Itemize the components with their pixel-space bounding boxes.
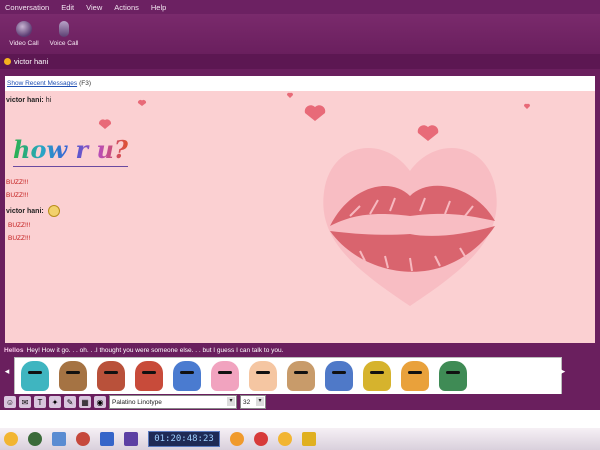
pig-face-icon[interactable] <box>211 361 239 391</box>
font-style-icon[interactable]: T <box>34 396 46 408</box>
font-select-value: Palatino Linotype <box>112 398 162 406</box>
video-call-label: Video Call <box>9 40 39 47</box>
clock-display: 01:20:48:23 <box>148 431 220 447</box>
man-cap-icon[interactable] <box>135 361 163 391</box>
format-toolbar: ☺ ✉ T ✦ ✎ ▦ ◉ Palatino Linotype ▾ 32 ▾ <box>0 394 600 410</box>
hello-text: Hey! How it go. . . oh. . .I thought you… <box>26 346 284 354</box>
kid-blue-hat-icon[interactable] <box>173 361 201 391</box>
smiley-icon[interactable] <box>4 432 18 446</box>
laughing-icon[interactable] <box>278 432 292 446</box>
buzz-3: BUZZ!!! <box>8 222 31 229</box>
message-input[interactable] <box>0 410 600 428</box>
lips-icon[interactable] <box>254 432 268 446</box>
girl-green-hat-icon[interactable] <box>21 361 49 391</box>
chat-history[interactable]: Show Recent Messages (F3) victor hani: h… <box>5 76 595 343</box>
message-sender: victor hani: <box>6 207 44 215</box>
howru-text: how r u? <box>13 135 128 164</box>
green-girl-icon[interactable] <box>439 361 467 391</box>
buzz-4: BUZZ!!! <box>8 235 31 242</box>
cookie-icon[interactable] <box>230 432 244 446</box>
webcam-icon <box>16 21 32 37</box>
nudge-icon[interactable]: ✎ <box>64 396 76 408</box>
menu-conversation[interactable]: Conversation <box>0 3 56 12</box>
handwriting-icon[interactable]: ▦ <box>79 396 91 408</box>
menu-view[interactable]: View <box>81 3 109 12</box>
man-mustache-icon[interactable] <box>59 361 87 391</box>
menu-actions[interactable]: Actions <box>109 3 146 12</box>
toolbar: Video Call Voice Call <box>0 14 600 54</box>
strip-left-arrow-icon[interactable]: ◂ <box>4 366 10 382</box>
menu-edit[interactable]: Edit <box>56 3 81 12</box>
font-size-value: 32 <box>243 398 251 406</box>
blue-bunny-icon[interactable] <box>325 361 353 391</box>
hello-label: Hellos <box>4 346 24 354</box>
voice-call-label: Voice Call <box>49 40 79 47</box>
games-icon[interactable] <box>100 432 114 446</box>
font-select[interactable]: Palatino Linotype ▾ <box>109 395 237 409</box>
status-dot-icon <box>4 58 11 65</box>
font-icon: ◉ <box>94 396 106 408</box>
menu-help[interactable]: Help <box>146 3 173 12</box>
message-1: victor hani: hi <box>6 97 51 104</box>
chevron-down-icon: ▾ <box>256 397 264 406</box>
howru-underline <box>13 166 128 167</box>
photo-icon[interactable] <box>52 432 66 446</box>
baby-icon[interactable] <box>249 361 277 391</box>
emoticon-picker-icon[interactable]: ☺ <box>4 396 16 408</box>
robot-icon[interactable] <box>363 361 391 391</box>
message-2: victor hani: <box>6 205 60 217</box>
microphone-icon <box>59 21 69 37</box>
gift-icon[interactable] <box>76 432 90 446</box>
hello-message-bar: Hellos Hey! How it go. . . oh. . .I thou… <box>0 343 600 357</box>
strip-right-arrow-icon[interactable]: ▸ <box>560 366 566 382</box>
orange-hair-icon[interactable] <box>401 361 429 391</box>
emoticon-strip <box>14 357 562 395</box>
voice-call-button[interactable]: Voice Call <box>44 14 84 54</box>
buzz-2: BUZZ!!! <box>6 192 29 199</box>
hammer-icon[interactable] <box>302 432 316 446</box>
contact-bar: victor hani <box>0 54 600 69</box>
wink-emoticon-icon <box>47 205 60 217</box>
hearts-decoration <box>98 92 531 141</box>
zombie-icon[interactable] <box>97 361 125 391</box>
bottom-icon-bar: 01:20:48:23 <box>0 428 600 450</box>
background-icon[interactable]: ✦ <box>49 396 61 408</box>
dog-icon[interactable] <box>287 361 315 391</box>
video-call-button[interactable]: Video Call <box>4 14 44 54</box>
buzz-1: BUZZ!!! <box>6 179 29 186</box>
sunglasses-icon[interactable] <box>28 432 42 446</box>
activities-icon[interactable] <box>124 432 138 446</box>
message-sender: victor hani: <box>6 97 44 104</box>
chevron-down-icon: ▾ <box>227 397 235 406</box>
menu-bar: Conversation Edit View Actions Help <box>0 0 600 14</box>
message-text: hi <box>45 97 52 104</box>
contact-name[interactable]: victor hani <box>14 57 48 66</box>
font-size-select[interactable]: 32 ▾ <box>240 395 266 409</box>
wink-picker-icon[interactable]: ✉ <box>19 396 31 408</box>
